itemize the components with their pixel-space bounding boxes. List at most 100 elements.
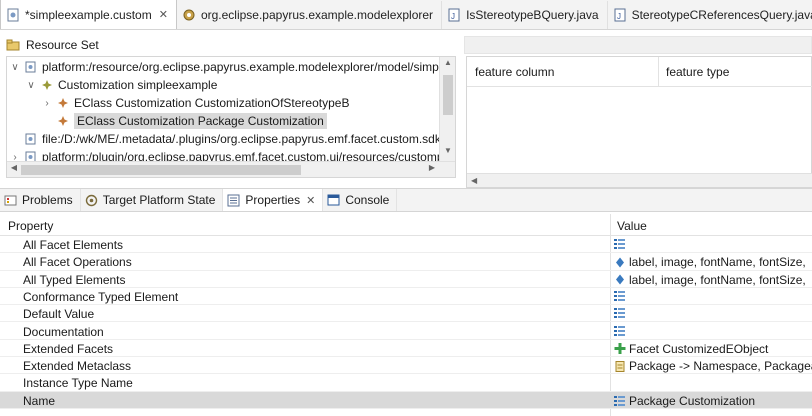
tree-item-label: platform:/resource/org.eclipse.papyrus.e…: [42, 60, 449, 74]
svg-text:J: J: [451, 12, 455, 21]
tree-item-metadata-file[interactable]: file:/D:/wk/ME/.metadata/.plugins/org.ec…: [9, 130, 444, 148]
property-row[interactable]: All Typed Elements label, image, fontNam…: [0, 271, 812, 288]
property-value[interactable]: [614, 290, 629, 301]
operation-icon: [614, 274, 626, 285]
scroll-right-icon[interactable]: ▶: [425, 163, 439, 177]
target-platform-icon: [85, 194, 98, 207]
feature-table-header: feature column feature type: [467, 57, 812, 87]
tab-label: Properties: [245, 193, 301, 207]
tab-simpleexample-custom[interactable]: *simpleexample.custom ✕: [0, 0, 177, 29]
eclass-customization-icon: [57, 115, 69, 127]
tab-label: Problems: [22, 193, 73, 207]
list-icon: [614, 395, 626, 407]
property-value-text: Package -> Namespace, Packageabl: [629, 359, 812, 374]
tab-console[interactable]: Console: [323, 189, 398, 211]
property-value[interactable]: Package -> Namespace, Packageabl: [614, 359, 812, 373]
tab-modelexplorer[interactable]: org.eclipse.papyrus.example.modelexplore…: [177, 1, 443, 29]
facet-icon: [614, 343, 626, 355]
property-row[interactable]: All Facet Elements: [0, 236, 812, 254]
tree-item-label: file:/D:/wk/ME/.metadata/.plugins/org.ec…: [42, 132, 445, 146]
tab-label: *simpleexample.custom: [25, 7, 152, 22]
tab-label: org.eclipse.papyrus.example.modelexplore…: [200, 8, 434, 22]
tree-horizontal-scrollbar[interactable]: ◀ ▶: [7, 161, 455, 177]
tab-label: IsStereotypeBQuery.java: [466, 8, 599, 22]
list-icon: [614, 238, 626, 249]
property-name: All Facet Operations: [23, 255, 132, 270]
resource-set-icon: [6, 39, 20, 51]
tab-isstereotypebquery[interactable]: J IsStereotypeBQuery.java: [442, 1, 608, 29]
property-name: Conformance Typed Element: [23, 289, 179, 304]
close-icon[interactable]: ✕: [306, 194, 315, 207]
scroll-left-icon[interactable]: ◀: [7, 163, 21, 177]
property-value[interactable]: label, image, fontName, fontSize,: [614, 273, 806, 287]
svg-text:J: J: [617, 12, 621, 21]
tab-label: StereotypeCReferencesQuery.java: [631, 8, 812, 22]
list-icon: [614, 307, 626, 319]
tab-properties[interactable]: Properties ✕: [223, 189, 324, 211]
property-name: Extended Facets: [23, 341, 114, 356]
property-row[interactable]: Instance Type Name: [0, 374, 812, 392]
property-row[interactable]: Extended Facets Facet CustomizedEObject: [0, 340, 812, 358]
property-row[interactable]: Documentation: [0, 323, 812, 340]
java-file-icon: J: [448, 8, 460, 22]
list-icon: [614, 325, 626, 336]
tab-stereotypecreferencesquery[interactable]: J StereotypeCReferencesQuery.java: [608, 1, 812, 29]
property-name: All Typed Elements: [23, 272, 126, 287]
value-column-header[interactable]: Value: [617, 219, 647, 233]
property-row[interactable]: Extended Metaclass Package -> Namespace,…: [0, 357, 812, 375]
scroll-up-icon[interactable]: ▲: [440, 58, 455, 72]
property-row[interactable]: Default Value: [0, 305, 812, 323]
tree-item-customization[interactable]: ∨ Customization simpleexample: [25, 76, 217, 94]
scroll-down-icon[interactable]: ▼: [440, 146, 455, 160]
chevron-right-icon[interactable]: ›: [41, 98, 53, 109]
list-icon: [614, 290, 626, 301]
resource-set-title: Resource Set: [26, 38, 99, 52]
tree-item-package-customization[interactable]: EClass Customization Package Customizati…: [41, 112, 327, 130]
tree-item-label: EClass Customization CustomizationOfSter…: [74, 96, 350, 110]
property-column-header[interactable]: Property: [8, 219, 53, 233]
tree-item-simple-model[interactable]: ∨ platform:/resource/org.eclipse.papyrus…: [9, 58, 448, 76]
customization-icon: [41, 79, 53, 91]
resource-tree[interactable]: ∨ platform:/resource/org.eclipse.papyrus…: [6, 56, 456, 178]
property-value[interactable]: [614, 307, 629, 319]
property-row[interactable]: All Facet Operations label, image, fontN…: [0, 253, 812, 271]
property-row[interactable]: Name Package Customization: [0, 391, 812, 409]
property-name: Instance Type Name: [23, 376, 133, 391]
scroll-left-icon[interactable]: ◀: [471, 176, 477, 185]
feature-type-header[interactable]: feature type: [666, 65, 729, 79]
feature-toolbar-strip: [464, 36, 812, 54]
tab-target-platform-state[interactable]: Target Platform State: [81, 189, 224, 211]
scrollbar-thumb[interactable]: [443, 75, 453, 115]
property-name: Name: [23, 393, 56, 408]
feature-table-horizontal-scrollbar[interactable]: ◀: [467, 173, 812, 187]
tree-vertical-scrollbar[interactable]: ▲ ▼: [439, 57, 455, 161]
property-name: All Facet Elements: [23, 238, 124, 252]
tree-item-label: EClass Customization Package Customizati…: [74, 113, 327, 129]
properties-table[interactable]: Property Value All Facet Elements All Fa…: [0, 214, 812, 416]
property-row[interactable]: Conformance Typed Element: [0, 288, 812, 306]
resource-icon: [25, 133, 37, 145]
property-value[interactable]: [614, 238, 629, 249]
property-value[interactable]: label, image, fontName, fontSize,: [614, 255, 806, 269]
tree-item-customization-of-stereotype-b[interactable]: › EClass Customization CustomizationOfSt…: [41, 94, 349, 112]
editor-tab-bar: *simpleexample.custom ✕ org.eclipse.papy…: [0, 0, 812, 30]
eclass-customization-icon: [57, 97, 69, 109]
view-tab-bar: Problems Target Platform State Propertie…: [0, 188, 812, 212]
scrollbar-thumb[interactable]: [21, 165, 301, 175]
tab-label: Console: [345, 193, 390, 207]
property-value[interactable]: [614, 325, 629, 336]
property-value-text: label, image, fontName, fontSize,: [629, 255, 806, 270]
property-name: Documentation: [23, 324, 104, 339]
chevron-down-icon[interactable]: ∨: [25, 80, 37, 91]
feature-table[interactable]: feature column feature type ◀: [466, 56, 812, 188]
tab-problems[interactable]: Problems: [0, 189, 81, 211]
chevron-down-icon[interactable]: ∨: [9, 62, 21, 73]
property-value[interactable]: Facet CustomizedEObject: [614, 342, 768, 356]
properties-table-header: Property Value: [0, 214, 812, 236]
property-value[interactable]: Package Customization: [614, 394, 755, 408]
feature-column-header[interactable]: feature column: [475, 65, 554, 79]
close-icon[interactable]: ✕: [159, 8, 168, 21]
property-value-text: Package Customization: [629, 393, 756, 408]
java-file-icon: J: [614, 8, 626, 22]
problems-icon: [4, 194, 17, 207]
